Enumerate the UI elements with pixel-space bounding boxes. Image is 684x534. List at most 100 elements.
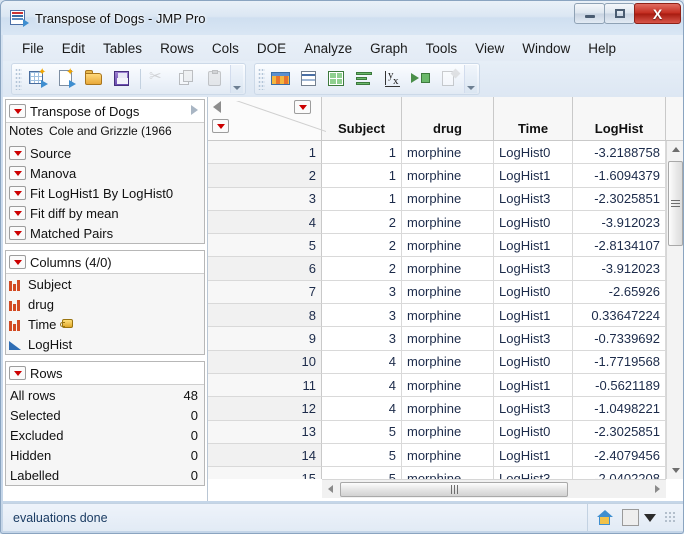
cell-drug[interactable]: morphine [402,187,494,211]
scroll-left-button[interactable] [322,481,339,498]
cell-time[interactable]: LogHist3 [494,327,573,351]
table-row[interactable]: 5 2 morphine LogHist1 -2.8134107 [208,234,683,258]
table-row[interactable]: 9 3 morphine LogHist3 -0.7339692 [208,327,683,351]
table-row[interactable]: 2 1 morphine LogHist1 -1.6094379 [208,164,683,188]
column-item-time[interactable]: Time [6,314,204,334]
columns-red-triangle-icon[interactable] [9,255,26,269]
cut-button[interactable]: ✂ [146,66,172,92]
menu-file[interactable]: File [13,39,53,58]
script-item-manova[interactable]: Manova [6,163,204,183]
menu-tools[interactable]: Tools [417,39,467,58]
cell-time[interactable]: LogHist1 [494,304,573,328]
cell-subject[interactable]: 3 [322,304,402,328]
cell-time[interactable]: LogHist0 [494,141,573,165]
cell-drug[interactable]: morphine [402,280,494,305]
cell-loghist[interactable]: -2.8134107 [573,234,666,258]
open-file-button[interactable] [81,66,107,92]
edit-button[interactable] [436,66,462,92]
cell-drug[interactable]: morphine [402,350,494,374]
cell-subject[interactable]: 4 [322,350,402,374]
new-script-button[interactable]: ✦ [53,66,79,92]
home-icon[interactable] [596,509,614,526]
columns-panel-header[interactable]: Columns (4/0) [6,251,204,274]
cell-time[interactable]: LogHist1 [494,164,573,188]
cell-subject[interactable]: 2 [322,210,402,235]
cell-drug[interactable]: morphine [402,420,494,444]
row-number-cell[interactable]: 10 [208,350,322,374]
scroll-right-button[interactable] [649,481,666,498]
table-row[interactable]: 7 3 morphine LogHist0 -2.65926 [208,280,683,305]
cell-drug[interactable]: morphine [402,164,494,188]
cell-drug[interactable]: morphine [402,443,494,468]
menu-analyze[interactable]: Analyze [295,39,361,58]
fit-model-button[interactable]: y x [380,66,406,92]
cell-drug[interactable]: morphine [402,397,494,421]
rows-stat-excluded[interactable]: Excluded 0 [6,425,204,445]
menu-window[interactable]: Window [513,39,579,58]
rows-stat-selected[interactable]: Selected 0 [6,405,204,425]
row-number-cell[interactable]: 9 [208,327,322,351]
cell-time[interactable]: LogHist3 [494,187,573,211]
cell-drug[interactable]: morphine [402,141,494,165]
cell-loghist[interactable]: -0.7339692 [573,327,666,351]
menu-graph[interactable]: Graph [361,39,417,58]
row-number-cell[interactable]: 5 [208,234,322,258]
cell-loghist[interactable]: -0.5621189 [573,373,666,398]
cell-time[interactable]: LogHist0 [494,210,573,235]
cell-time[interactable]: LogHist3 [494,467,573,479]
row-number-cell[interactable]: 13 [208,420,322,444]
row-number-cell[interactable]: 3 [208,187,322,211]
left-triangle-icon[interactable] [213,101,221,113]
cell-subject[interactable]: 4 [322,373,402,398]
menu-doe[interactable]: DOE [248,39,295,58]
cell-time[interactable]: LogHist0 [494,420,573,444]
cell-subject[interactable]: 4 [322,397,402,421]
script-item-source[interactable]: Source [6,143,204,163]
menu-tables[interactable]: Tables [94,39,151,58]
save-button[interactable] [109,66,135,92]
row-number-cell[interactable]: 4 [208,210,322,235]
data-table-button[interactable] [268,66,294,92]
column-header-subject[interactable]: Subject [322,97,402,141]
rows-stat-hidden[interactable]: Hidden 0 [6,445,204,465]
cell-loghist[interactable]: -3.2188758 [573,141,666,165]
cell-subject[interactable]: 5 [322,420,402,444]
scroll-up-button[interactable] [667,141,683,158]
cell-drug[interactable]: morphine [402,467,494,479]
script-item-matched-pairs[interactable]: Matched Pairs [6,223,204,243]
row-number-cell[interactable]: 11 [208,373,322,398]
table-row[interactable]: 11 4 morphine LogHist1 -0.5621189 [208,373,683,398]
distribution-button[interactable] [296,66,322,92]
cell-time[interactable]: LogHist0 [494,350,573,374]
table-row[interactable]: 13 5 morphine LogHist0 -2.3025851 [208,420,683,444]
column-item-loghist[interactable]: LogHist [6,334,204,354]
cell-loghist[interactable]: 0.33647224 [573,304,666,328]
cell-loghist[interactable]: -2.3025851 [573,187,666,211]
table-row[interactable]: 6 2 morphine LogHist3 -3.912023 [208,257,683,281]
vertical-scrollbar[interactable] [666,141,683,479]
row-number-cell[interactable]: 15 [208,467,322,479]
maximize-button[interactable] [604,3,635,24]
cell-drug[interactable]: morphine [402,234,494,258]
script-red-triangle-icon[interactable] [9,146,26,160]
script-red-triangle-icon[interactable] [9,186,26,200]
column-item-subject[interactable]: Subject [6,274,204,294]
minimize-button[interactable] [574,3,605,24]
cell-drug[interactable]: morphine [402,327,494,351]
cell-time[interactable]: LogHist0 [494,280,573,305]
run-script-button[interactable] [408,66,434,92]
window-square-icon[interactable] [622,509,639,526]
cell-subject[interactable]: 5 [322,467,402,479]
cell-loghist[interactable]: -2.0402208 [573,467,666,479]
row-number-cell[interactable]: 7 [208,280,322,305]
table-row[interactable]: 15 5 morphine LogHist3 -2.0402208 [208,467,683,479]
cell-drug[interactable]: morphine [402,373,494,398]
table-row[interactable]: 14 5 morphine LogHist1 -2.4079456 [208,443,683,468]
cell-subject[interactable]: 3 [322,280,402,305]
menu-help[interactable]: Help [579,39,625,58]
copy-button[interactable] [174,66,200,92]
close-button[interactable]: X [634,3,681,24]
row-number-cell[interactable]: 8 [208,304,322,328]
cell-loghist[interactable]: -1.7719568 [573,350,666,374]
toolbar-gripper[interactable] [15,68,22,90]
